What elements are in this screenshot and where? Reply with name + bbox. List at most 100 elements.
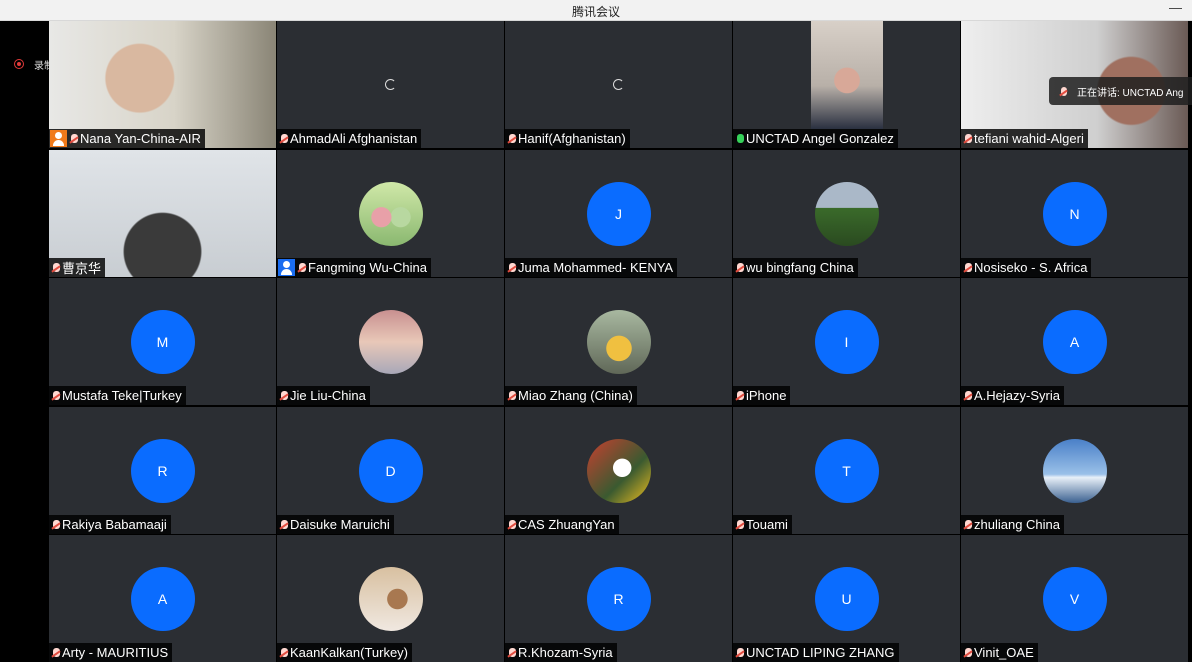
- mic-muted-icon: [509, 134, 516, 143]
- avatar-image: [358, 309, 423, 374]
- mic-muted-icon: [53, 520, 60, 529]
- participant-tile[interactable]: J Juma Mohammed- KENYA: [505, 150, 732, 277]
- participant-tile[interactable]: wu bingfang China: [733, 150, 960, 277]
- participant-name-bar: Mustafa Teke|Turkey: [49, 386, 186, 405]
- participant-name-bar: Touami: [733, 515, 792, 534]
- left-panel: 录制中: [0, 21, 64, 661]
- avatar: A: [1042, 309, 1107, 374]
- participant-name-bar: Juma Mohammed- KENYA: [505, 258, 678, 277]
- loading-spinner-icon: [612, 78, 624, 90]
- avatar-image: [358, 566, 423, 631]
- participant-tile[interactable]: KaanKalkan(Turkey): [277, 535, 504, 662]
- participant-name: Juma Mohammed- KENYA: [518, 260, 674, 275]
- cohost-badge-icon: [278, 259, 295, 276]
- participant-name: Touami: [746, 517, 788, 532]
- speaking-text: 正在讲话: UNCTAD Ang: [1077, 87, 1184, 99]
- mic-icon: [1061, 86, 1067, 96]
- mic-muted-icon: [281, 520, 288, 529]
- participant-name-bar: zhuliang China: [961, 515, 1065, 534]
- participant-name: R.Khozam-Syria: [518, 645, 613, 660]
- mic-muted-icon: [281, 391, 288, 400]
- participant-name: Vinit_OAE: [974, 645, 1034, 660]
- participant-name: Daisuke Maruichi: [290, 517, 390, 532]
- participant-name: 曹京华: [62, 261, 102, 276]
- participant-tile[interactable]: Jie Liu-China: [277, 278, 504, 405]
- participant-name-bar: iPhone: [733, 386, 791, 405]
- participant-name: AhmadAli Afghanistan: [290, 131, 418, 146]
- participant-name-bar: Nosiseko - S. Africa: [961, 258, 1092, 277]
- participant-name: UNCTAD Angel Gonzalez: [746, 131, 894, 146]
- loading-spinner-icon: [384, 78, 396, 90]
- participant-tile[interactable]: 曹京华: [49, 150, 276, 277]
- mic-muted-icon: [965, 391, 972, 400]
- participant-name: tefiani wahid-Algeri: [974, 131, 1084, 146]
- participant-tile[interactable]: U UNCTAD LIPING ZHANG: [733, 535, 960, 662]
- participant-name: UNCTAD LIPING ZHANG: [746, 645, 895, 660]
- participant-name: Mustafa Teke|Turkey: [62, 388, 182, 403]
- title-bar: 腾讯会议 —: [0, 0, 1192, 21]
- participant-name-bar: UNCTAD LIPING ZHANG: [733, 643, 899, 662]
- mic-muted-icon: [965, 134, 972, 143]
- avatar: J: [586, 181, 651, 246]
- participant-tile[interactable]: Miao Zhang (China): [505, 278, 732, 405]
- participant-name-bar: tefiani wahid-Algeri: [961, 129, 1088, 148]
- participant-tile[interactable]: A Arty - MAURITIUS: [49, 535, 276, 662]
- participant-tile[interactable]: M Mustafa Teke|Turkey: [49, 278, 276, 405]
- participant-tile[interactable]: Nana Yan-China-AIR: [49, 21, 276, 148]
- record-icon: [14, 59, 24, 69]
- participant-name: Hanif(Afghanistan): [518, 131, 626, 146]
- participant-name: Arty - MAURITIUS: [62, 645, 169, 660]
- participant-tile[interactable]: CAS ZhuangYan: [505, 407, 732, 534]
- video-grid: Nana Yan-China-AIR AhmadAli Afghanistan Ha…: [49, 21, 1192, 662]
- participant-tile[interactable]: zhuliang China: [961, 407, 1188, 534]
- avatar: R: [586, 566, 651, 631]
- participant-tile[interactable]: Fangming Wu-China: [277, 150, 504, 277]
- mic-muted-icon: [737, 263, 744, 272]
- participant-tile[interactable]: Hanif(Afghanistan): [505, 21, 732, 148]
- participant-name-bar: CAS ZhuangYan: [505, 515, 619, 534]
- participant-name: Rakiya Babamaaji: [62, 517, 167, 532]
- participant-name-bar: R.Khozam-Syria: [505, 643, 617, 662]
- mic-muted-icon: [71, 134, 78, 143]
- participant-name-bar: wu bingfang China: [733, 258, 858, 277]
- participant-name: Nosiseko - S. Africa: [974, 260, 1088, 275]
- mic-muted-icon: [299, 263, 306, 272]
- participant-tile[interactable]: AhmadAli Afghanistan: [277, 21, 504, 148]
- participant-tile[interactable]: R R.Khozam-Syria: [505, 535, 732, 662]
- participant-tile[interactable]: A A.Hejazy-Syria: [961, 278, 1188, 405]
- participant-tile[interactable]: R Rakiya Babamaaji: [49, 407, 276, 534]
- avatar-image: [586, 309, 651, 374]
- participant-name-bar: Vinit_OAE: [961, 643, 1038, 662]
- participant-name-bar: A.Hejazy-Syria: [961, 386, 1064, 405]
- participant-tile[interactable]: N Nosiseko - S. Africa: [961, 150, 1188, 277]
- mic-muted-icon: [53, 263, 60, 272]
- avatar-image: [586, 438, 651, 503]
- mic-muted-icon: [509, 648, 516, 657]
- avatar-image: [814, 181, 879, 246]
- participant-name-bar: Nana Yan-China-AIR: [49, 129, 205, 148]
- window-title: 腾讯会议: [571, 5, 620, 19]
- mic-muted-icon: [281, 134, 288, 143]
- participant-name: wu bingfang China: [746, 260, 854, 275]
- avatar-image: [358, 181, 423, 246]
- participant-tile[interactable]: UNCTAD Angel Gonzalez: [733, 21, 960, 148]
- mic-muted-icon: [737, 648, 744, 657]
- participant-tile[interactable]: D Daisuke Maruichi: [277, 407, 504, 534]
- mic-muted-icon: [281, 648, 288, 657]
- participant-name: A.Hejazy-Syria: [974, 388, 1060, 403]
- participant-name: Jie Liu-China: [290, 388, 366, 403]
- host-badge-icon: [50, 130, 67, 147]
- participant-name-bar: Arty - MAURITIUS: [49, 643, 173, 662]
- mic-muted-icon: [965, 520, 972, 529]
- participant-tile[interactable]: V Vinit_OAE: [961, 535, 1188, 662]
- mic-muted-icon: [53, 391, 60, 400]
- participant-name: Fangming Wu-China: [308, 260, 427, 275]
- participant-tile[interactable]: IiPhone: [733, 278, 960, 405]
- participant-name-bar: 曹京华: [49, 258, 106, 277]
- participant-tile[interactable]: T Touami: [733, 407, 960, 534]
- participant-name: iPhone: [746, 388, 787, 403]
- minimize-button[interactable]: —: [1169, 0, 1182, 15]
- participant-name: CAS ZhuangYan: [518, 517, 615, 532]
- avatar: U: [814, 566, 879, 631]
- avatar: A: [130, 566, 195, 631]
